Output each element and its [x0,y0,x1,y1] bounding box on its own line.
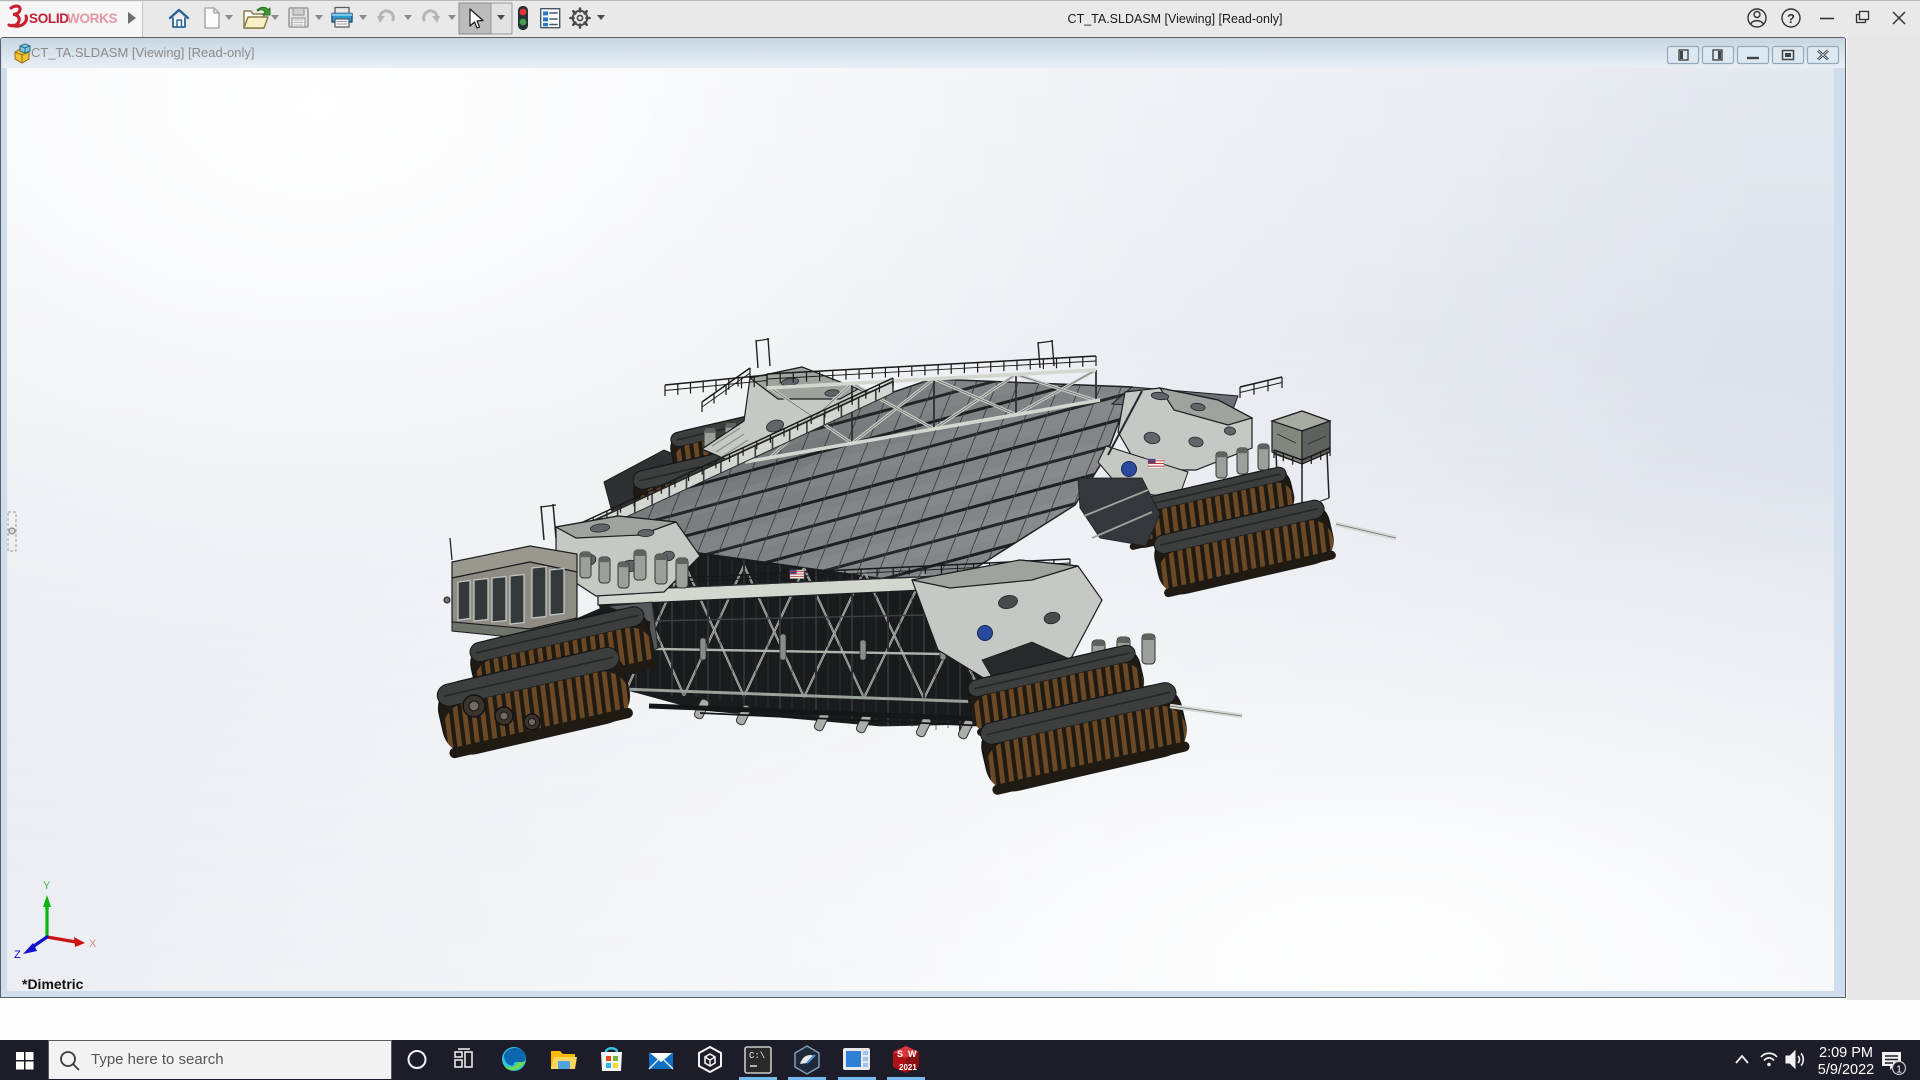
svg-text:X: X [89,938,97,950]
svg-text:Z: Z [14,949,21,961]
svg-text:*Dimetric: *Dimetric [22,976,84,992]
svg-text:Y: Y [43,880,51,892]
